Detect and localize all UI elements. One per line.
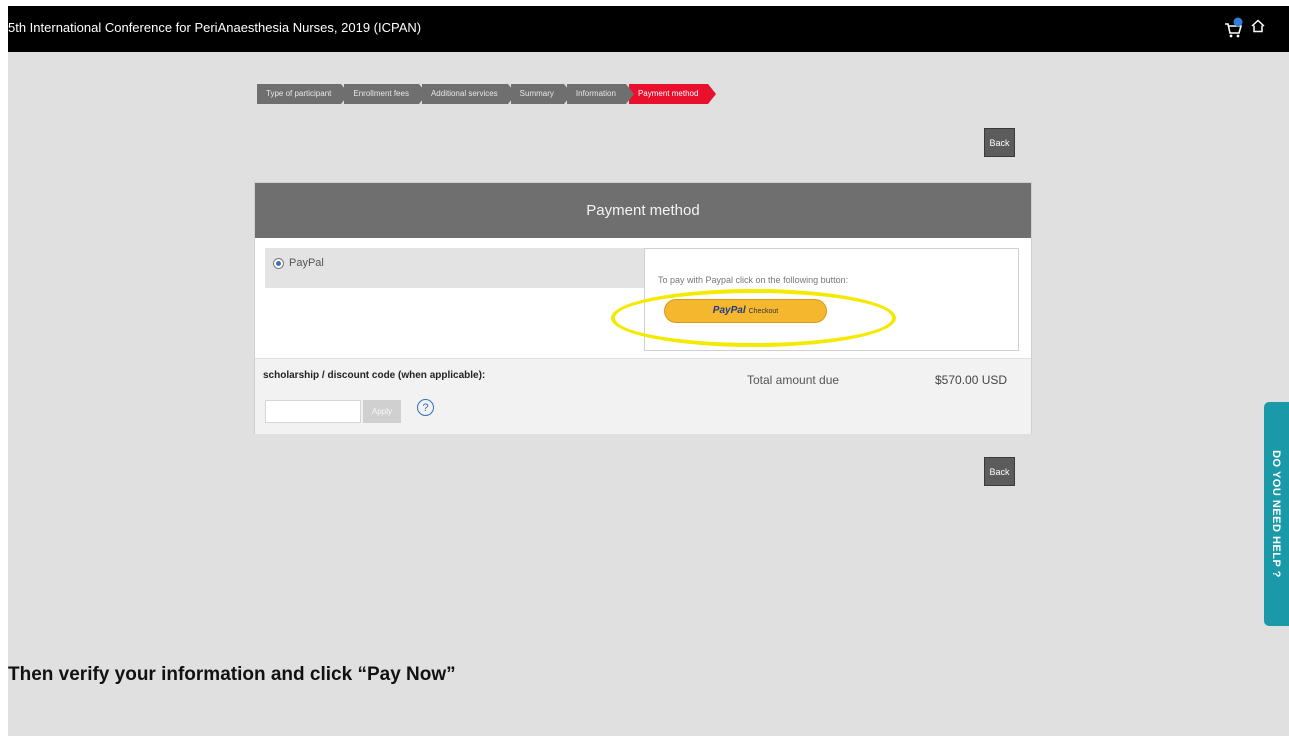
paypal-option[interactable]: PayPal	[265, 248, 645, 288]
paypal-hint: To pay with Paypal click on the followin…	[658, 275, 849, 285]
step-enrollment-fees[interactable]: Enrollment fees	[344, 84, 427, 104]
help-tab[interactable]: DO YOU NEED HELP ?	[1264, 402, 1289, 626]
help-circle-icon[interactable]: ?	[417, 399, 434, 416]
discount-code-input[interactable]	[265, 400, 361, 423]
payment-method-heading: Payment method	[255, 183, 1031, 238]
conference-title: 5th International Conference for PeriAna…	[8, 20, 422, 35]
help-tab-label: DO YOU NEED HELP ?	[1270, 450, 1282, 578]
paypal-radio[interactable]	[273, 258, 284, 269]
back-button-bottom[interactable]: Back	[984, 457, 1015, 486]
instruction-caption: Then verify your information and click “…	[8, 664, 456, 685]
step-additional-services[interactable]: Additional services	[421, 84, 516, 104]
total-amount-label: Total amount due	[747, 373, 840, 387]
step-payment-method[interactable]: Payment method	[628, 84, 717, 104]
back-button-top[interactable]: Back	[984, 128, 1015, 157]
cart-icon[interactable]	[1224, 17, 1244, 39]
payment-panel: Payment method PayPal To pay with Paypal…	[254, 182, 1032, 434]
discount-total-row: scholarship / discount code (when applic…	[255, 358, 1031, 434]
discount-code-label: scholarship / discount code (when applic…	[263, 370, 486, 381]
progress-steps: Type of participant Enrollment fees Addi…	[257, 84, 717, 104]
top-bar: 5th International Conference for PeriAna…	[8, 6, 1289, 52]
step-information[interactable]: Information	[566, 84, 634, 104]
total-amount-value: $570.00 USD	[935, 373, 1008, 387]
highlight-ellipse	[611, 289, 896, 347]
apply-button[interactable]: Apply	[363, 400, 401, 423]
screenshot-frame: 5th International Conference for PeriAna…	[8, 6, 1289, 736]
home-icon[interactable]	[1251, 19, 1265, 33]
step-type-of-participant[interactable]: Type of participant	[257, 84, 350, 104]
paypal-option-label: PayPal	[289, 257, 324, 269]
step-summary[interactable]: Summary	[510, 84, 573, 104]
